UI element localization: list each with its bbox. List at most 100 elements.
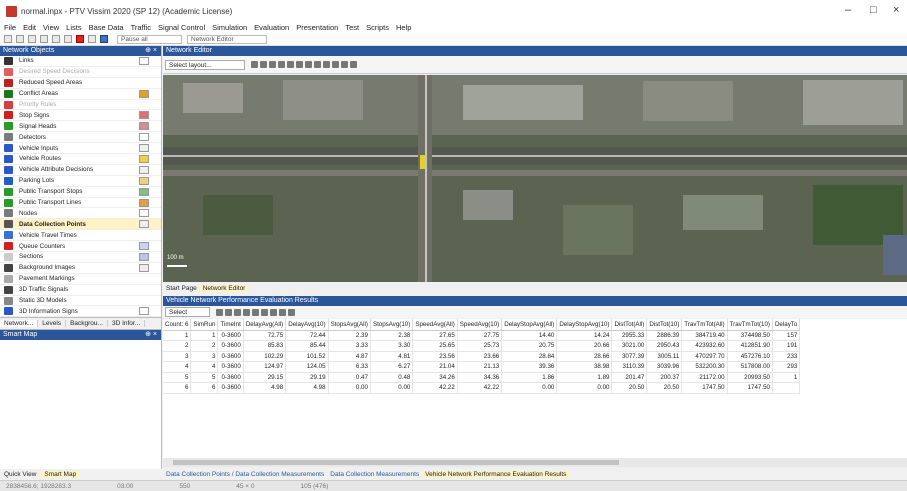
menu-base-data[interactable]: Base Data [89,23,124,32]
column-header[interactable]: TravTmTot(All) [681,319,728,331]
column-header[interactable]: DelayAvg(10) [285,319,329,331]
results-layout-select[interactable]: Select layout... [165,307,210,325]
column-header[interactable]: Count: 6 [163,319,192,331]
horizontal-scrollbar[interactable] [163,458,907,467]
color-swatch[interactable] [139,307,149,316]
network-object-item[interactable]: Background Images [0,263,161,274]
menu-view[interactable]: View [43,23,59,32]
network-object-item[interactable]: Public Transport Lines [0,198,161,209]
column-header[interactable]: DelayStopAvg(All) [501,319,558,331]
network-map-canvas[interactable]: 100 m [163,75,907,282]
undo-icon[interactable] [40,35,48,43]
table-row[interactable]: 3 3 0-3600 102.29 101.52 4.87 4.81 23.56 23.66 28… [163,351,801,362]
column-header[interactable]: StopsAvg(10) [370,319,414,331]
lock-icon[interactable] [287,61,294,68]
column-header[interactable]: DistTot(All) [611,319,648,331]
minimize-button[interactable]: – [845,4,851,16]
column-header[interactable]: DelayAvg(All) [243,319,287,331]
save-icon[interactable] [28,35,36,43]
menu-signal-control[interactable]: Signal Control [158,23,205,32]
menu-scripts[interactable]: Scripts [366,23,389,32]
pan-icon[interactable] [251,61,258,68]
color-swatch[interactable] [139,56,149,65]
color-swatch[interactable] [139,144,149,153]
new-file-icon[interactable] [4,35,12,43]
column-header[interactable]: SpeedAvg(10) [457,319,503,331]
sort-asc-icon[interactable] [225,308,232,316]
maximize-button[interactable]: □ [870,4,877,16]
color-swatch[interactable] [139,165,149,174]
network-object-item[interactable]: Desired Speed Decisions [0,67,161,78]
rotate-icon[interactable] [278,61,285,68]
zoom-in-icon[interactable] [296,61,303,68]
network-object-item[interactable]: Conflict Areas [0,89,161,100]
columns-icon[interactable] [270,308,277,316]
column-header[interactable]: TravTmTot(10) [727,319,773,331]
network-object-item[interactable]: Queue Counters [0,241,161,253]
menu-simulation[interactable]: Simulation [212,23,247,32]
column-header[interactable]: DelayStopAvg(10) [556,319,613,331]
network-object-item[interactable]: Pavement Markings [0,274,161,285]
column-header[interactable]: SpeedAvg(All) [412,319,458,331]
menu-presentation[interactable]: Presentation [296,23,338,32]
smart-map-canvas[interactable] [0,340,161,418]
network-object-item[interactable]: Data Collection Points [0,219,161,231]
close-button[interactable]: × [893,4,899,16]
column-header[interactable]: DistTot(10) [646,319,683,331]
sync-icon[interactable] [288,308,295,316]
column-header[interactable]: StopsAvg(All) [328,319,371,331]
menu-edit[interactable]: Edit [23,23,36,32]
tab-3d-info[interactable]: 3D Infor... [108,320,146,328]
redo-icon[interactable] [52,35,60,43]
network-object-item[interactable]: Reduced Speed Areas [0,78,161,89]
tab-backgrounds[interactable]: Backgrou... [66,320,108,328]
tab-network-editor[interactable]: Network Editor [199,285,249,292]
table-row[interactable]: 2 2 0-3600 85.83 85.44 3.33 3.30 25.65 25.73 20.7… [163,340,801,352]
network-object-item[interactable]: Sections [0,252,161,263]
network-object-item[interactable]: Stop Signs [0,110,161,122]
network-object-item[interactable]: Parking Lots [0,176,161,187]
zoom-icon[interactable] [64,35,72,43]
smart-map-pin-icon[interactable]: ⊕ × [145,330,157,340]
tab-start-page[interactable]: Start Page [163,285,200,292]
zoom-out-icon[interactable] [305,61,312,68]
sort-desc-icon[interactable] [234,308,241,316]
tab-smart-map[interactable]: Smart Map [40,470,81,478]
color-swatch[interactable] [139,242,149,251]
network-object-item[interactable]: Vehicle Attribute Decisions [0,165,161,176]
table-row[interactable]: 6 6 0-3600 4.98 4.98 0.00 0.00 42.22 42.22 0.00 0.… [163,382,801,394]
network-object-item[interactable]: Detectors [0,132,161,144]
editor-select[interactable]: Network Editor [187,34,267,44]
color-swatch[interactable] [139,252,149,261]
network-object-item[interactable]: Signal Heads [0,121,161,133]
network-object-item[interactable]: Priority Rules [0,100,161,111]
menu-help[interactable]: Help [396,23,411,32]
menu-test[interactable]: Test [345,23,359,32]
menu-lists[interactable]: Lists [66,23,81,32]
wrench-icon[interactable] [216,308,223,316]
save-results-icon[interactable] [261,308,268,316]
column-header[interactable]: SimRun [190,319,219,331]
tab-data-collection-measurements[interactable]: Data Collection Measurements [327,471,422,478]
camera-icon[interactable] [341,61,348,68]
editor-layout-select[interactable]: Select layout... [165,59,245,70]
zoom-fit-icon[interactable] [314,61,321,68]
grid-icon[interactable] [260,61,267,68]
record-icon[interactable] [76,35,84,43]
network-object-item[interactable]: Public Transport Stops [0,187,161,198]
network-object-item[interactable]: Nodes [0,208,161,220]
globe-icon[interactable] [269,61,276,68]
stop-icon[interactable] [100,35,108,43]
forward-icon[interactable] [332,61,339,68]
filter-icon[interactable] [243,308,250,316]
color-swatch[interactable] [139,187,149,196]
tab-levels[interactable]: Levels [38,320,67,328]
pane-pin-icon[interactable]: ⊕ × [145,46,157,56]
menu-evaluation[interactable]: Evaluation [254,23,289,32]
color-swatch[interactable] [139,176,149,185]
network-object-item[interactable]: Vehicle Travel Times [0,230,161,242]
network-object-item[interactable]: Vehicle Routes [0,154,161,165]
network-object-item[interactable]: 3D Traffic Signals [0,285,161,296]
color-swatch[interactable] [139,198,149,207]
scroll-thumb[interactable] [173,460,620,465]
